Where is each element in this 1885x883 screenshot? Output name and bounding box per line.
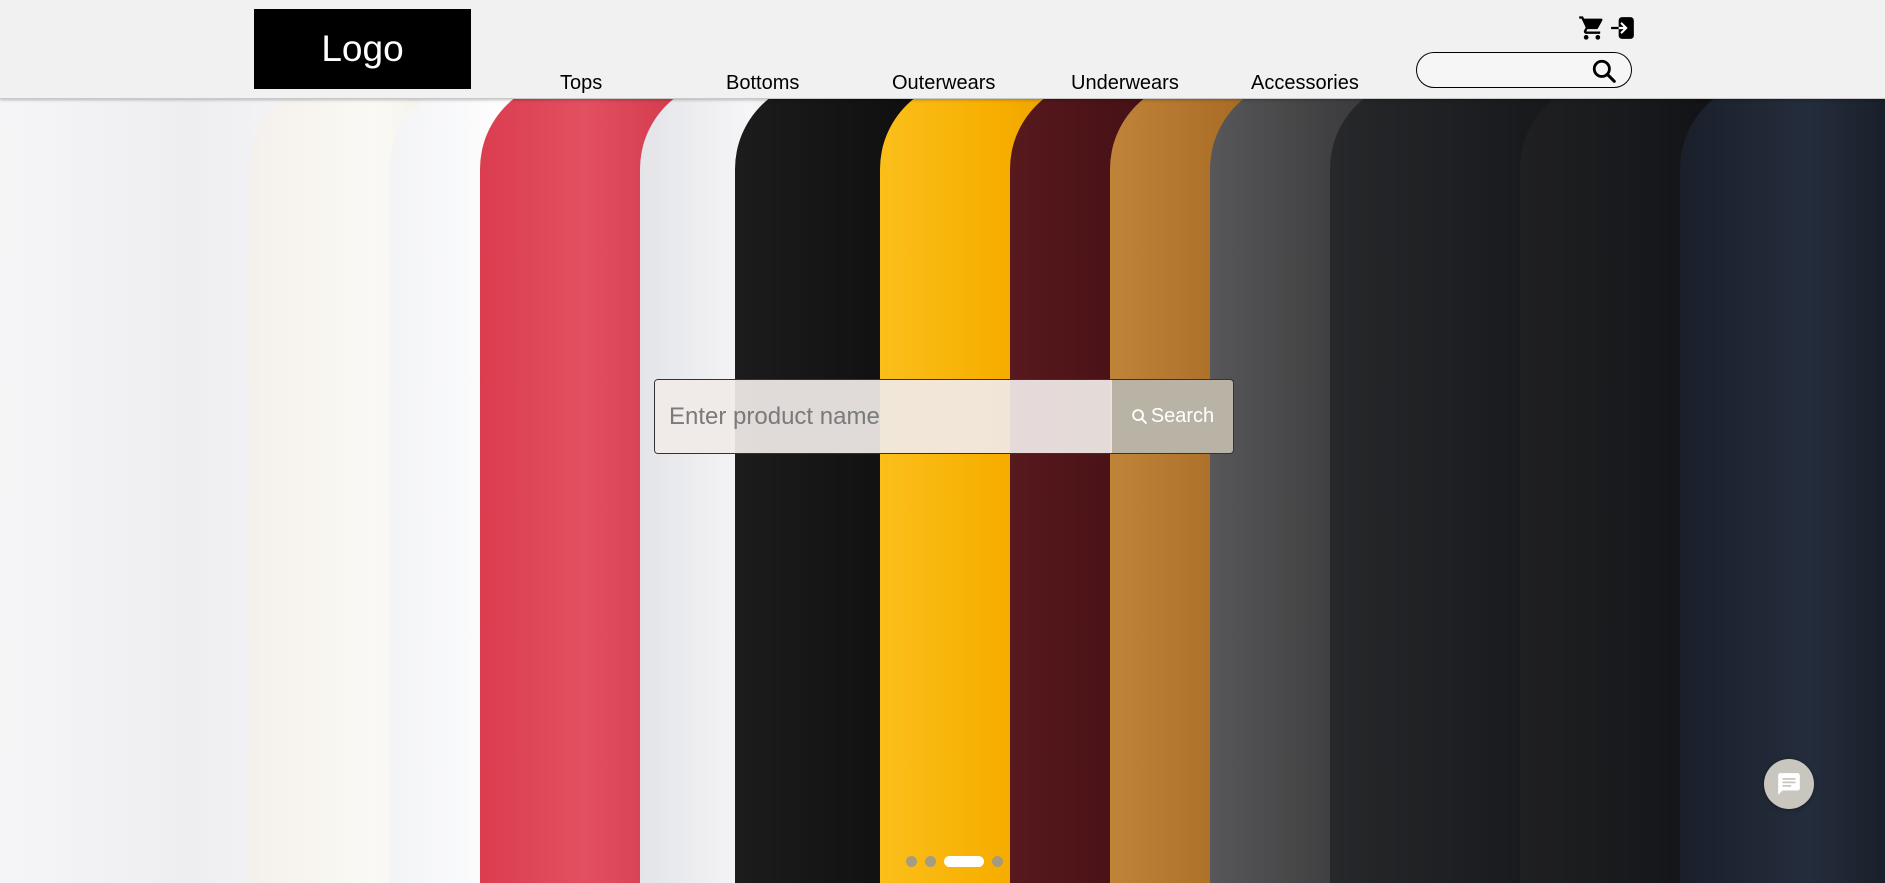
nav-item-outerwears[interactable]: Outerwears	[892, 72, 995, 95]
carousel-dot[interactable]	[925, 856, 936, 867]
carousel-dot-active[interactable]	[944, 856, 984, 867]
logo[interactable]: Logo	[254, 9, 471, 89]
search-icon[interactable]	[1591, 58, 1617, 89]
chat-button[interactable]	[1764, 759, 1814, 809]
product-search-bar: Search	[654, 379, 1234, 454]
login-icon[interactable]	[1610, 15, 1636, 41]
product-search-input[interactable]	[655, 380, 1112, 453]
header-search-input[interactable]	[1429, 58, 1593, 84]
carousel-dot[interactable]	[906, 856, 917, 867]
nav-item-tops[interactable]: Tops	[560, 72, 602, 95]
search-button[interactable]: Search	[1112, 380, 1233, 453]
site-header: Logo Tops Bottoms Outerwears Underwears …	[0, 0, 1885, 99]
carousel-indicators	[906, 856, 1003, 867]
cart-icon[interactable]	[1578, 14, 1606, 42]
search-button-label: Search	[1150, 405, 1215, 427]
nav-item-underwears[interactable]: Underwears	[1071, 72, 1179, 95]
hero-image	[0, 99, 1885, 883]
nav-item-bottoms[interactable]: Bottoms	[726, 72, 799, 95]
chat-icon	[1776, 771, 1802, 797]
nav-item-accessories[interactable]: Accessories	[1251, 72, 1359, 95]
search-icon	[1131, 408, 1148, 425]
hero-banner	[0, 99, 1885, 883]
carousel-dot[interactable]	[992, 856, 1003, 867]
header-icons	[1578, 14, 1636, 42]
header-search-box	[1416, 52, 1632, 88]
